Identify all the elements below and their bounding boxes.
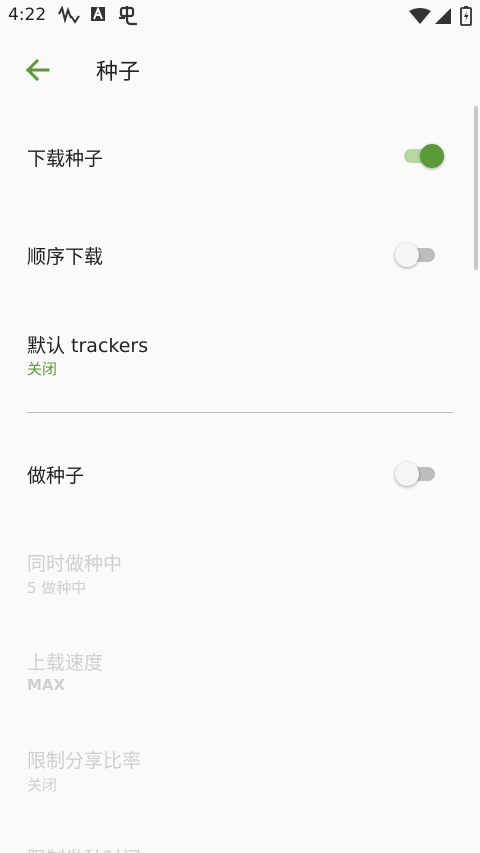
setting-download-torrents[interactable]: 下载种子 xyxy=(0,106,480,206)
status-time: 4:22 xyxy=(8,5,47,25)
setting-value: 5 做种中 xyxy=(27,579,87,597)
toolbar: 种子 xyxy=(0,34,480,104)
setting-label: 默认 trackers xyxy=(27,335,149,357)
setting-value: MAX xyxy=(27,676,66,694)
divider xyxy=(27,412,453,413)
setting-share-ratio: 限制分享比率 关闭 xyxy=(0,726,480,824)
setting-value: 关闭 xyxy=(27,776,58,794)
setting-label: 限制分享比率 xyxy=(27,750,142,772)
switch-thumb xyxy=(395,243,419,267)
setting-label: 同时做种中 xyxy=(27,553,123,575)
download-torrents-switch[interactable] xyxy=(400,144,446,168)
seeding-switch[interactable] xyxy=(395,462,441,486)
signal-icon xyxy=(435,8,451,24)
wifi-icon xyxy=(409,8,431,24)
battery-icon xyxy=(460,6,472,26)
back-button[interactable] xyxy=(22,54,54,86)
setting-sequential-download[interactable]: 顺序下载 xyxy=(0,206,480,304)
switch-thumb xyxy=(395,462,419,486)
activity-icon xyxy=(58,6,80,24)
setting-upload-speed: 上载速度 MAX xyxy=(0,628,480,726)
setting-label: 下载种子 xyxy=(27,148,104,170)
setting-label: 限制做种时间 xyxy=(27,844,141,853)
setting-default-trackers[interactable]: 默认 trackers 关闭 xyxy=(0,304,480,408)
setting-seeding[interactable]: 做种子 xyxy=(0,416,480,530)
setting-label: 顺序下载 xyxy=(27,246,104,268)
setting-value: 关闭 xyxy=(27,360,58,378)
setting-seeding-time: 限制做种时间 xyxy=(0,824,480,853)
sequential-download-switch[interactable] xyxy=(395,243,441,267)
switch-thumb xyxy=(420,144,444,168)
setting-label: 做种子 xyxy=(27,465,85,487)
bug-icon xyxy=(119,6,137,26)
setting-label: 上载速度 xyxy=(27,652,104,674)
setting-concurrent-seeding: 同时做种中 5 做种中 xyxy=(0,530,480,628)
a-badge-icon xyxy=(91,6,105,21)
page-title: 种子 xyxy=(96,60,141,85)
status-bar: 4:22 xyxy=(0,0,480,34)
